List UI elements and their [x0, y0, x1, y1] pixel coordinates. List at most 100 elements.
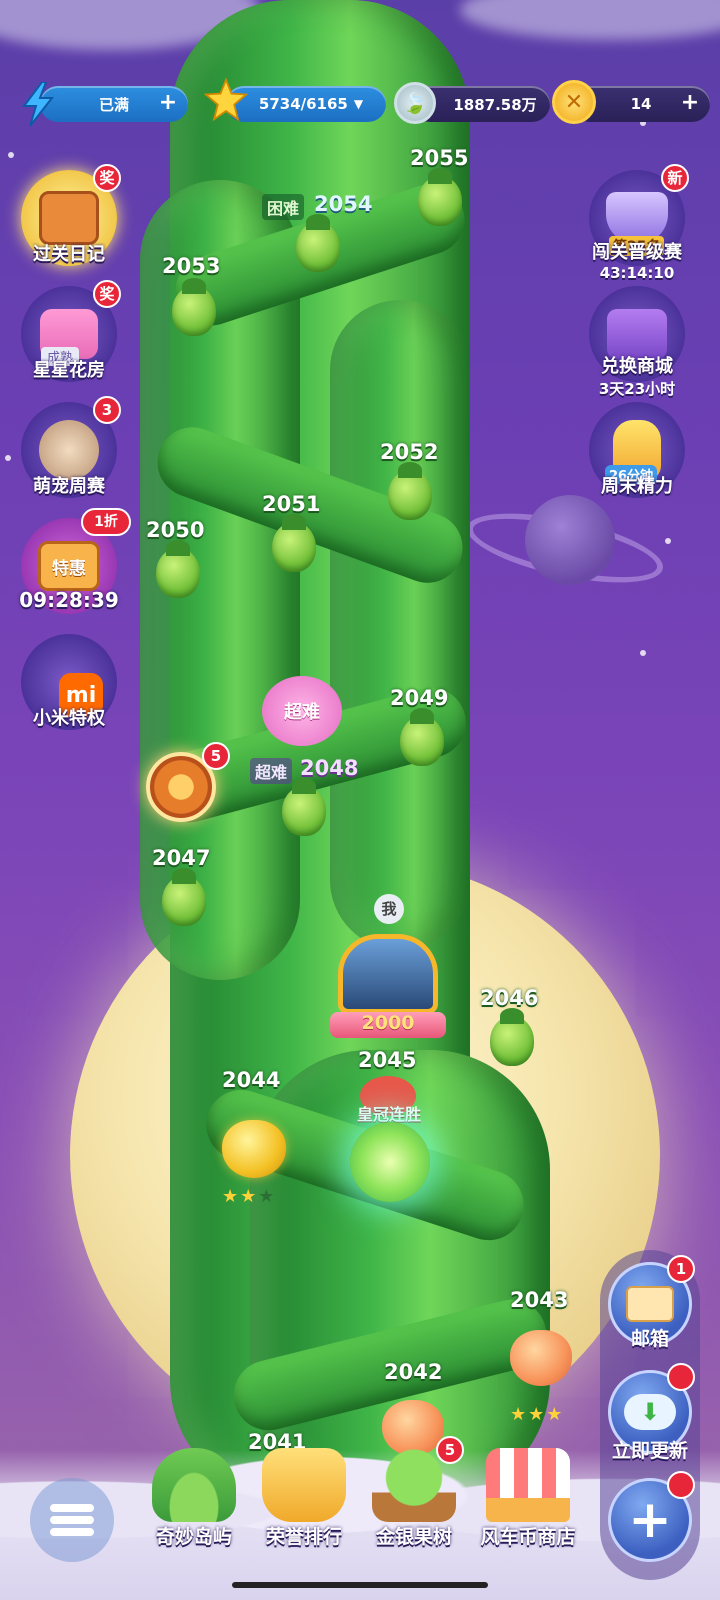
gold-plus-button[interactable]: + [678, 92, 702, 116]
island-icon [152, 1448, 236, 1522]
star-icon: ★ [240, 1186, 259, 1207]
fruit-tree-icon: 5 [372, 1436, 464, 1522]
level-2043-stars: ★★★ [510, 1404, 564, 1425]
sale-text: 特惠 [52, 558, 86, 579]
weekend-energy-label: 周末精力 [601, 476, 673, 497]
nav-island[interactable]: 奇妙岛屿 [138, 1448, 250, 1549]
level-node-2050[interactable] [156, 540, 200, 598]
update-badge [667, 1363, 695, 1391]
level-node-2045-current[interactable] [350, 1122, 430, 1202]
mail-icon [626, 1286, 674, 1322]
me-marker: 我 [374, 894, 404, 924]
nav-fruit-tree[interactable]: 5 金银果树 [358, 1436, 470, 1549]
level-number: 2055 [410, 146, 469, 170]
update-label: 立即更新 [611, 1440, 688, 1462]
silver-coin-value: 1887.58万 [453, 95, 537, 114]
xiaomi-label: 小米特权 [33, 708, 105, 729]
stars-value: 5734/6165 [258, 95, 348, 113]
menu-list-icon [50, 1500, 94, 1540]
level-node-2053[interactable] [172, 278, 216, 336]
stars-bar[interactable]: 5734/6165 ▼ [226, 86, 386, 122]
shop-icon [486, 1448, 570, 1522]
nav-island-label: 奇妙岛屿 [155, 1526, 232, 1548]
flower-tag-text: 超难 [284, 702, 320, 723]
level-tag-hard: 困难 [262, 194, 305, 220]
level-number: 2054 [314, 192, 373, 216]
level-node-2044[interactable] [222, 1120, 286, 1178]
energy-plus-button[interactable]: + [156, 92, 180, 116]
star-icon: ★ [546, 1404, 565, 1425]
star-icon [204, 77, 248, 122]
flower-house-label: 星星花房 [33, 360, 105, 381]
level-number: 2049 [390, 686, 449, 710]
nav-ranking-label: 荣誉排行 [265, 1526, 342, 1548]
level-number: 2043 [510, 1288, 569, 1312]
star-icon: ★ [510, 1404, 529, 1425]
promotion-race-label: 闯关晋级赛 [592, 242, 682, 263]
level-number: 2050 [146, 518, 205, 542]
left-menu-xiaomi[interactable]: mi 小米特权 [14, 634, 124, 730]
lightning-icon [16, 82, 60, 126]
level-node-2046[interactable] [490, 1008, 534, 1066]
level-node-2054[interactable] [296, 214, 340, 272]
right-menu-weekend-energy[interactable]: 26分钟 周末精力 [582, 402, 692, 498]
gold-coin-value: 14 [630, 95, 652, 113]
sale-shop-icon: 特惠 [38, 541, 100, 591]
right-menu-exchange-shop[interactable]: 兑换商城 3天23小时 [582, 286, 692, 399]
left-menu-pet-weekly[interactable]: 3 萌宠周赛 [14, 396, 124, 498]
fruit-tree-badge: 5 [436, 1436, 464, 1464]
home-indicator [232, 1582, 488, 1588]
level-node-2047[interactable] [162, 868, 206, 926]
menu-button[interactable] [30, 1478, 114, 1562]
energy-bar[interactable]: 已满 + [40, 86, 188, 122]
level-2044-stars: ★★★ [222, 1186, 276, 1207]
level-tag-super-hard: 超难 [250, 758, 293, 784]
level-number: 2047 [152, 846, 211, 870]
left-menu-diary[interactable]: 奖 过关日记 [14, 164, 124, 266]
pet-cat-icon [39, 420, 99, 480]
level-node-2048[interactable] [282, 778, 326, 836]
level-number: 2042 [384, 1360, 443, 1384]
badge-discount: 1折 [81, 508, 131, 536]
level-number: 2052 [380, 440, 439, 464]
badge-count: 3 [93, 396, 121, 424]
energy-value: 已满 [98, 95, 129, 114]
cloud-download-icon: ⬇ [624, 1394, 676, 1430]
exchange-shop-label: 兑换商城 [601, 356, 673, 377]
wheel-badge: 5 [202, 742, 230, 770]
level-number: 2048 [300, 756, 359, 780]
star-icon: ★ [528, 1404, 547, 1425]
stars-dropdown-icon[interactable]: ▼ [354, 97, 363, 111]
plus-button[interactable]: + [608, 1471, 695, 1562]
badge-new: 新 [661, 164, 689, 192]
super-hard-flower: 超难 [262, 676, 342, 746]
level-node-2055[interactable] [418, 168, 462, 226]
level-node-2052[interactable] [388, 462, 432, 520]
level-number: 2045 [358, 1048, 417, 1072]
mail-label: 邮箱 [630, 1328, 669, 1350]
level-node-2043[interactable] [510, 1330, 572, 1386]
nav-shop[interactable]: 风车币商店 [466, 1448, 590, 1549]
crown-icon [262, 1448, 346, 1522]
left-menu-sale[interactable]: 特惠 1折 09:28:39 [14, 508, 131, 614]
plus-badge [667, 1471, 695, 1499]
plus-icon: + [628, 1490, 672, 1550]
left-menu-flower-house[interactable]: 成熟 奖 星星花房 [14, 280, 124, 382]
level-number: 2046 [480, 986, 539, 1010]
level-number: 2051 [262, 492, 321, 516]
right-menu-promotion-race[interactable]: 第25名 新 闯关晋级赛 43:14:10 [582, 164, 692, 282]
star-icon: ★ [258, 1186, 277, 1207]
badge-reward: 奖 [93, 164, 121, 192]
diary-label: 过关日记 [33, 244, 105, 265]
nav-ranking[interactable]: 荣誉排行 [248, 1448, 360, 1549]
level-node-2049[interactable] [400, 708, 444, 766]
mail-badge: 1 [667, 1255, 695, 1283]
level-number: 2053 [162, 254, 221, 278]
level-node-2051[interactable] [272, 514, 316, 572]
nav-shop-label: 风车币商店 [480, 1526, 576, 1548]
nav-fruit-tree-label: 金银果树 [375, 1526, 452, 1548]
player-avatar[interactable] [338, 934, 438, 1014]
gold-coin-icon: ✕ [552, 80, 596, 124]
avatar-level-ribbon: 2000 [330, 1012, 446, 1038]
sale-timer: 09:28:39 [19, 588, 119, 612]
